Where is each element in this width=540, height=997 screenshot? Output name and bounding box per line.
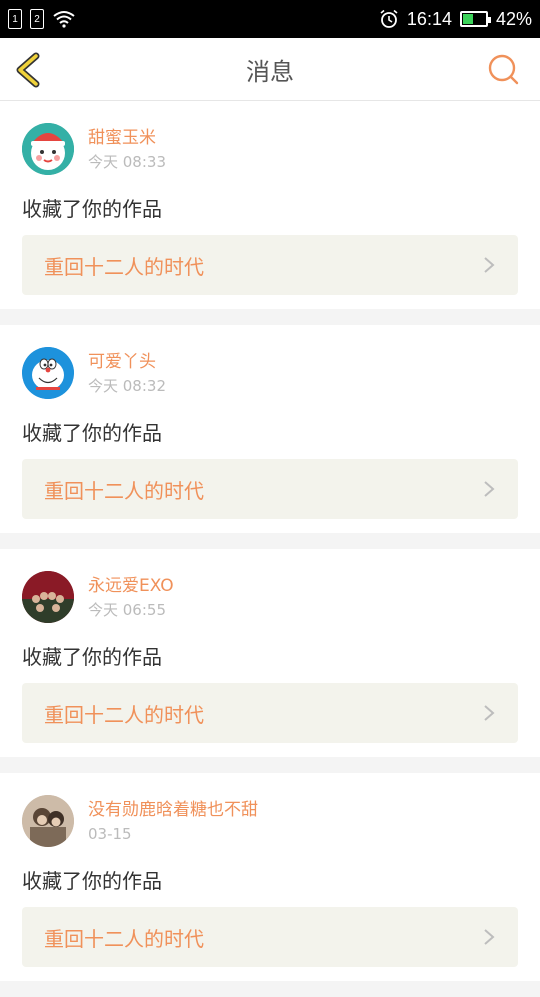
search-icon [488, 54, 519, 85]
group-photo-avatar-image [22, 571, 74, 623]
avatar[interactable] [22, 795, 74, 847]
work-link[interactable]: 重回十二人的时代 [22, 683, 518, 743]
chevron-right-icon [484, 705, 495, 721]
avatar[interactable] [22, 347, 74, 399]
user-meta: 可爱丫头 今天 08:32 [88, 351, 166, 397]
message-header: 可爱丫头 今天 08:32 [22, 347, 518, 403]
work-link[interactable]: 重回十二人的时代 [22, 459, 518, 519]
battery-percent: 42% [495, 8, 532, 29]
username[interactable]: 可爱丫头 [88, 351, 166, 373]
doraemon-avatar-image [22, 347, 74, 399]
user-meta: 永远爱EXO 今天 06:55 [88, 575, 174, 621]
work-title: 重回十二人的时代 [44, 926, 204, 951]
action-text: 收藏了你的作品 [22, 869, 162, 893]
battery-icon [459, 11, 491, 27]
app-header: 消息 [0, 38, 540, 101]
username[interactable]: 永远爱EXO [88, 575, 174, 597]
message-card: 永远爱EXO 今天 06:55 收藏了你的作品 重回十二人的时代 [0, 549, 540, 757]
work-title: 重回十二人的时代 [44, 254, 204, 279]
message-header: 没有勋鹿晗着糖也不甜 03-15 [22, 795, 518, 851]
wifi-icon [53, 11, 75, 28]
message-card: 可爱丫头 今天 08:32 收藏了你的作品 重回十二人的时代 [0, 325, 540, 533]
clock: 16:14 [406, 8, 452, 29]
chevron-right-icon [484, 481, 495, 497]
work-title: 重回十二人的时代 [44, 478, 204, 503]
user-meta: 甜蜜玉米 今天 08:33 [88, 127, 166, 173]
message-list: 甜蜜玉米 今天 08:33 收藏了你的作品 重回十二人的时代 可爱丫头 今天 0… [0, 101, 540, 997]
message-header: 甜蜜玉米 今天 08:33 [22, 123, 518, 179]
username[interactable]: 没有勋鹿晗着糖也不甜 [88, 799, 258, 821]
work-link[interactable]: 重回十二人的时代 [22, 907, 518, 967]
work-title: 重回十二人的时代 [44, 702, 204, 727]
username[interactable]: 甜蜜玉米 [88, 127, 166, 149]
action-text: 收藏了你的作品 [22, 197, 162, 221]
back-button[interactable] [12, 50, 48, 90]
search-button[interactable] [486, 52, 520, 86]
chevron-right-icon [484, 929, 495, 945]
status-bar-right: 16:14 42% [379, 9, 532, 30]
timestamp: 今天 08:33 [88, 153, 166, 171]
photo-avatar-image [22, 795, 74, 847]
timestamp: 今天 06:55 [88, 601, 166, 619]
sim-card-icon: 2 [30, 9, 44, 29]
avatar[interactable] [22, 123, 74, 175]
timestamp: 03-15 [88, 825, 132, 843]
user-meta: 没有勋鹿晗着糖也不甜 03-15 [88, 799, 258, 845]
snowman-avatar-image [22, 123, 74, 175]
chevron-right-icon [484, 257, 495, 273]
alarm-icon [380, 9, 398, 28]
action-text: 收藏了你的作品 [22, 645, 162, 669]
message-card: 没有勋鹿晗着糖也不甜 03-15 收藏了你的作品 重回十二人的时代 [0, 773, 540, 981]
sim-card-icon: 1 [8, 9, 22, 29]
page-title: 消息 [246, 57, 294, 86]
work-link[interactable]: 重回十二人的时代 [22, 235, 518, 295]
action-text: 收藏了你的作品 [22, 421, 162, 445]
message-card: 甜蜜玉米 今天 08:33 收藏了你的作品 重回十二人的时代 [0, 101, 540, 309]
avatar[interactable] [22, 571, 74, 623]
status-bar: 1 2 16:14 42% [0, 0, 540, 38]
battery-fill [462, 14, 474, 24]
message-header: 永远爱EXO 今天 06:55 [22, 571, 518, 627]
status-bar-left: 1 2 [8, 9, 76, 29]
timestamp: 今天 08:32 [88, 377, 166, 395]
